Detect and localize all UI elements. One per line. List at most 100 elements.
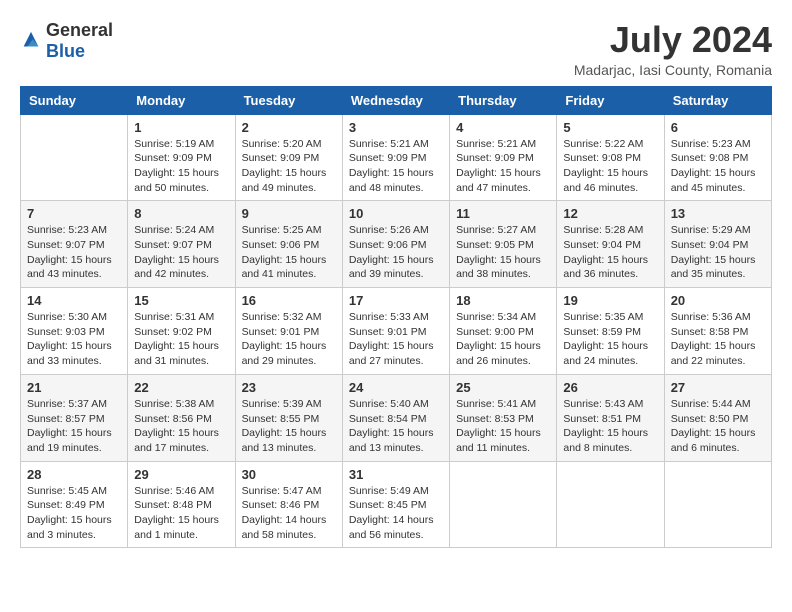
- day-info: Sunrise: 5:45 AM Sunset: 8:49 PM Dayligh…: [27, 484, 121, 543]
- day-number: 8: [134, 206, 228, 221]
- month-title: July 2024: [574, 20, 772, 60]
- calendar-cell: 14 Sunrise: 5:30 AM Sunset: 9:03 PM Dayl…: [21, 288, 128, 375]
- weekday-header: Saturday: [664, 86, 771, 114]
- day-info: Sunrise: 5:29 AM Sunset: 9:04 PM Dayligh…: [671, 223, 765, 282]
- logo-blue: Blue: [46, 41, 85, 61]
- day-number: 13: [671, 206, 765, 221]
- day-info: Sunrise: 5:44 AM Sunset: 8:50 PM Dayligh…: [671, 397, 765, 456]
- day-info: Sunrise: 5:46 AM Sunset: 8:48 PM Dayligh…: [134, 484, 228, 543]
- day-info: Sunrise: 5:22 AM Sunset: 9:08 PM Dayligh…: [563, 137, 657, 196]
- calendar-cell: [664, 461, 771, 548]
- calendar-week-row: 7 Sunrise: 5:23 AM Sunset: 9:07 PM Dayli…: [21, 201, 772, 288]
- day-number: 18: [456, 293, 550, 308]
- day-number: 31: [349, 467, 443, 482]
- calendar-cell: 25 Sunrise: 5:41 AM Sunset: 8:53 PM Dayl…: [450, 374, 557, 461]
- calendar-cell: 20 Sunrise: 5:36 AM Sunset: 8:58 PM Dayl…: [664, 288, 771, 375]
- calendar-cell: 16 Sunrise: 5:32 AM Sunset: 9:01 PM Dayl…: [235, 288, 342, 375]
- day-number: 11: [456, 206, 550, 221]
- day-info: Sunrise: 5:32 AM Sunset: 9:01 PM Dayligh…: [242, 310, 336, 369]
- day-info: Sunrise: 5:43 AM Sunset: 8:51 PM Dayligh…: [563, 397, 657, 456]
- calendar-cell: 18 Sunrise: 5:34 AM Sunset: 9:00 PM Dayl…: [450, 288, 557, 375]
- calendar-cell: 2 Sunrise: 5:20 AM Sunset: 9:09 PM Dayli…: [235, 114, 342, 201]
- day-number: 29: [134, 467, 228, 482]
- calendar-cell: 29 Sunrise: 5:46 AM Sunset: 8:48 PM Dayl…: [128, 461, 235, 548]
- day-number: 7: [27, 206, 121, 221]
- day-info: Sunrise: 5:21 AM Sunset: 9:09 PM Dayligh…: [456, 137, 550, 196]
- calendar-cell: 9 Sunrise: 5:25 AM Sunset: 9:06 PM Dayli…: [235, 201, 342, 288]
- calendar-cell: 10 Sunrise: 5:26 AM Sunset: 9:06 PM Dayl…: [342, 201, 449, 288]
- calendar-cell: 24 Sunrise: 5:40 AM Sunset: 8:54 PM Dayl…: [342, 374, 449, 461]
- day-number: 5: [563, 120, 657, 135]
- calendar-cell: 7 Sunrise: 5:23 AM Sunset: 9:07 PM Dayli…: [21, 201, 128, 288]
- day-info: Sunrise: 5:23 AM Sunset: 9:07 PM Dayligh…: [27, 223, 121, 282]
- day-info: Sunrise: 5:23 AM Sunset: 9:08 PM Dayligh…: [671, 137, 765, 196]
- calendar-cell: 31 Sunrise: 5:49 AM Sunset: 8:45 PM Dayl…: [342, 461, 449, 548]
- day-number: 30: [242, 467, 336, 482]
- day-number: 26: [563, 380, 657, 395]
- day-info: Sunrise: 5:47 AM Sunset: 8:46 PM Dayligh…: [242, 484, 336, 543]
- day-info: Sunrise: 5:27 AM Sunset: 9:05 PM Dayligh…: [456, 223, 550, 282]
- day-number: 10: [349, 206, 443, 221]
- day-info: Sunrise: 5:38 AM Sunset: 8:56 PM Dayligh…: [134, 397, 228, 456]
- day-info: Sunrise: 5:26 AM Sunset: 9:06 PM Dayligh…: [349, 223, 443, 282]
- day-number: 12: [563, 206, 657, 221]
- calendar-table: SundayMondayTuesdayWednesdayThursdayFrid…: [20, 86, 772, 549]
- title-section: July 2024 Madarjac, Iasi County, Romania: [574, 20, 772, 78]
- day-info: Sunrise: 5:37 AM Sunset: 8:57 PM Dayligh…: [27, 397, 121, 456]
- calendar-cell: 30 Sunrise: 5:47 AM Sunset: 8:46 PM Dayl…: [235, 461, 342, 548]
- day-number: 23: [242, 380, 336, 395]
- day-info: Sunrise: 5:25 AM Sunset: 9:06 PM Dayligh…: [242, 223, 336, 282]
- day-info: Sunrise: 5:30 AM Sunset: 9:03 PM Dayligh…: [27, 310, 121, 369]
- calendar-week-row: 21 Sunrise: 5:37 AM Sunset: 8:57 PM Dayl…: [21, 374, 772, 461]
- calendar-cell: 22 Sunrise: 5:38 AM Sunset: 8:56 PM Dayl…: [128, 374, 235, 461]
- calendar-week-row: 28 Sunrise: 5:45 AM Sunset: 8:49 PM Dayl…: [21, 461, 772, 548]
- day-info: Sunrise: 5:21 AM Sunset: 9:09 PM Dayligh…: [349, 137, 443, 196]
- calendar-cell: [450, 461, 557, 548]
- calendar-cell: 8 Sunrise: 5:24 AM Sunset: 9:07 PM Dayli…: [128, 201, 235, 288]
- logo-general: General: [46, 20, 113, 40]
- day-number: 15: [134, 293, 228, 308]
- day-info: Sunrise: 5:33 AM Sunset: 9:01 PM Dayligh…: [349, 310, 443, 369]
- day-number: 22: [134, 380, 228, 395]
- day-info: Sunrise: 5:28 AM Sunset: 9:04 PM Dayligh…: [563, 223, 657, 282]
- day-info: Sunrise: 5:31 AM Sunset: 9:02 PM Dayligh…: [134, 310, 228, 369]
- calendar-week-row: 14 Sunrise: 5:30 AM Sunset: 9:03 PM Dayl…: [21, 288, 772, 375]
- day-info: Sunrise: 5:40 AM Sunset: 8:54 PM Dayligh…: [349, 397, 443, 456]
- day-info: Sunrise: 5:35 AM Sunset: 8:59 PM Dayligh…: [563, 310, 657, 369]
- calendar-cell: 17 Sunrise: 5:33 AM Sunset: 9:01 PM Dayl…: [342, 288, 449, 375]
- calendar-cell: 27 Sunrise: 5:44 AM Sunset: 8:50 PM Dayl…: [664, 374, 771, 461]
- calendar-cell: 12 Sunrise: 5:28 AM Sunset: 9:04 PM Dayl…: [557, 201, 664, 288]
- calendar-cell: 5 Sunrise: 5:22 AM Sunset: 9:08 PM Dayli…: [557, 114, 664, 201]
- day-number: 21: [27, 380, 121, 395]
- day-info: Sunrise: 5:41 AM Sunset: 8:53 PM Dayligh…: [456, 397, 550, 456]
- calendar-cell: 21 Sunrise: 5:37 AM Sunset: 8:57 PM Dayl…: [21, 374, 128, 461]
- calendar-cell: 15 Sunrise: 5:31 AM Sunset: 9:02 PM Dayl…: [128, 288, 235, 375]
- weekday-header: Wednesday: [342, 86, 449, 114]
- day-info: Sunrise: 5:49 AM Sunset: 8:45 PM Dayligh…: [349, 484, 443, 543]
- day-number: 17: [349, 293, 443, 308]
- calendar-cell: [21, 114, 128, 201]
- calendar-cell: 28 Sunrise: 5:45 AM Sunset: 8:49 PM Dayl…: [21, 461, 128, 548]
- day-number: 4: [456, 120, 550, 135]
- logo-text: General Blue: [46, 20, 113, 62]
- calendar-cell: 13 Sunrise: 5:29 AM Sunset: 9:04 PM Dayl…: [664, 201, 771, 288]
- day-info: Sunrise: 5:20 AM Sunset: 9:09 PM Dayligh…: [242, 137, 336, 196]
- day-info: Sunrise: 5:24 AM Sunset: 9:07 PM Dayligh…: [134, 223, 228, 282]
- day-number: 9: [242, 206, 336, 221]
- day-number: 20: [671, 293, 765, 308]
- calendar-cell: 26 Sunrise: 5:43 AM Sunset: 8:51 PM Dayl…: [557, 374, 664, 461]
- calendar-cell: [557, 461, 664, 548]
- calendar-cell: 4 Sunrise: 5:21 AM Sunset: 9:09 PM Dayli…: [450, 114, 557, 201]
- day-number: 6: [671, 120, 765, 135]
- calendar-cell: 23 Sunrise: 5:39 AM Sunset: 8:55 PM Dayl…: [235, 374, 342, 461]
- day-info: Sunrise: 5:19 AM Sunset: 9:09 PM Dayligh…: [134, 137, 228, 196]
- day-info: Sunrise: 5:36 AM Sunset: 8:58 PM Dayligh…: [671, 310, 765, 369]
- weekday-header: Friday: [557, 86, 664, 114]
- day-number: 14: [27, 293, 121, 308]
- day-number: 3: [349, 120, 443, 135]
- day-number: 1: [134, 120, 228, 135]
- weekday-header: Monday: [128, 86, 235, 114]
- day-info: Sunrise: 5:34 AM Sunset: 9:00 PM Dayligh…: [456, 310, 550, 369]
- calendar-cell: 19 Sunrise: 5:35 AM Sunset: 8:59 PM Dayl…: [557, 288, 664, 375]
- calendar-cell: 11 Sunrise: 5:27 AM Sunset: 9:05 PM Dayl…: [450, 201, 557, 288]
